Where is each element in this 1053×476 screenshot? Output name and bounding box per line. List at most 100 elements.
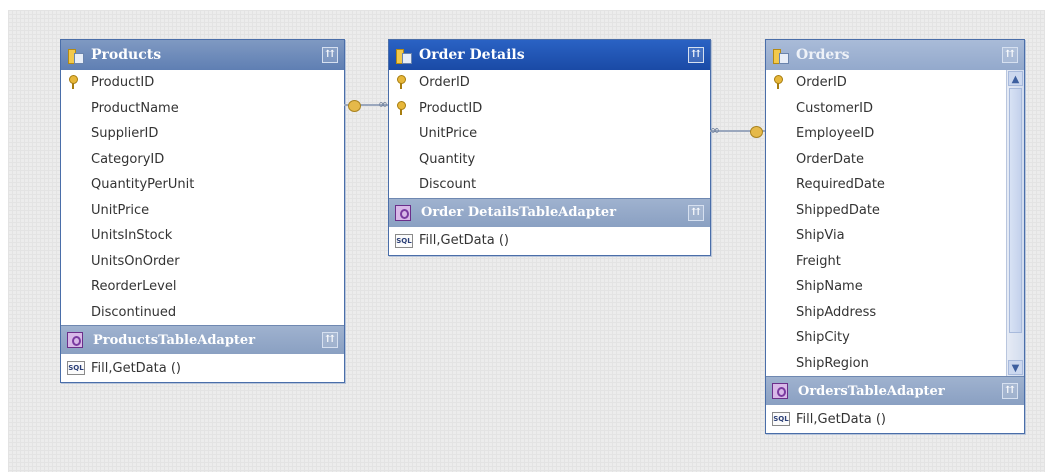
relation-key-end-icon [348, 100, 361, 112]
primary-key-icon [69, 75, 78, 89]
column-row[interactable]: OrderDate [766, 147, 1007, 173]
column-row[interactable]: UnitPrice [61, 198, 344, 224]
column-name: OrderID [796, 75, 847, 91]
collapse-icon[interactable]: ⇈ [1002, 383, 1018, 399]
column-name: ShippedDate [796, 202, 880, 218]
query-method-name: Fill,GetData () [419, 233, 509, 248]
column-name: Quantity [419, 151, 476, 167]
collapse-icon[interactable]: ⇈ [1002, 47, 1018, 63]
primary-key-icon [397, 100, 406, 115]
column-row[interactable]: SupplierID [61, 121, 344, 147]
column-name: UnitsOnOrder [91, 253, 180, 269]
relation-key-end-icon [750, 126, 763, 138]
orders-table-header[interactable]: Orders ⇈ [766, 40, 1024, 70]
scroll-thumb[interactable] [1009, 88, 1022, 333]
tableadapter-icon [772, 383, 788, 399]
relation-infinity-end-icon: ∞ [710, 123, 720, 137]
order-details-tableadapter-header[interactable]: Order DetailsTableAdapter ⇈ [389, 197, 710, 227]
column-name: CustomerID [796, 100, 873, 116]
column-name: QuantityPerUnit [91, 177, 195, 193]
column-row[interactable]: ProductID [389, 96, 710, 122]
collapse-icon[interactable]: ⇈ [688, 47, 704, 63]
column-name: ProductID [419, 100, 483, 116]
collapse-icon[interactable]: ⇈ [688, 204, 704, 221]
table-title: Order Details [419, 47, 525, 63]
orders-columns: OrderID CustomerID EmployeeID OrderDate … [766, 70, 1024, 376]
column-row[interactable]: CategoryID [61, 147, 344, 173]
column-name: RequiredDate [796, 177, 885, 193]
query-method-name: Fill,GetData () [796, 411, 886, 427]
column-row[interactable]: EmployeeID [766, 121, 1007, 147]
column-name: Discontinued [91, 304, 177, 320]
column-row[interactable]: QuantityPerUnit [61, 172, 344, 198]
table-title: Orders [796, 47, 850, 63]
sql-icon: SQL [395, 233, 413, 248]
adapter-title: Order DetailsTableAdapter [421, 205, 617, 220]
adapter-title: OrdersTableAdapter [798, 383, 945, 399]
column-row[interactable]: ShipVia [766, 223, 1007, 249]
column-row[interactable]: UnitsOnOrder [61, 249, 344, 275]
order-details-table[interactable]: Order Details ⇈ OrderID ProductID UnitPr… [388, 39, 711, 256]
column-row[interactable]: ShipName [766, 274, 1007, 300]
orders-tableadapter-header[interactable]: OrdersTableAdapter ⇈ [766, 376, 1024, 405]
column-row[interactable]: ShipAddress [766, 300, 1007, 326]
products-table-header[interactable]: Products ⇈ [61, 40, 344, 70]
column-name: Discount [419, 177, 477, 193]
column-row[interactable]: UnitsInStock [61, 223, 344, 249]
tableadapter-icon [395, 204, 411, 221]
order-details-columns: OrderID ProductID UnitPrice Quantity Dis… [389, 70, 710, 198]
column-row[interactable]: ReorderLevel [61, 274, 344, 300]
collapse-icon[interactable]: ⇈ [322, 47, 338, 63]
sql-icon: SQL [67, 361, 85, 375]
column-row[interactable]: OrderID [389, 70, 710, 96]
column-row[interactable]: Freight [766, 249, 1007, 275]
relation-infinity-end-icon: ∞ [378, 97, 388, 111]
column-row[interactable]: OrderID [766, 70, 1007, 96]
column-row[interactable]: Discount [389, 172, 710, 198]
column-row[interactable]: ProductID [61, 70, 344, 96]
sql-icon: SQL [772, 412, 790, 426]
columns-scrollbar[interactable]: ▲ ▼ [1006, 70, 1024, 376]
column-row[interactable]: RequiredDate [766, 172, 1007, 198]
column-row[interactable]: UnitPrice [389, 121, 710, 147]
column-row[interactable]: CustomerID [766, 96, 1007, 122]
column-name: UnitPrice [91, 202, 150, 218]
column-name: ShipName [796, 279, 863, 295]
adapter-title: ProductsTableAdapter [93, 332, 256, 348]
products-table[interactable]: Products ⇈ ProductID ProductName Supplie… [60, 39, 345, 383]
scroll-up-icon[interactable]: ▲ [1008, 71, 1023, 86]
query-method-name: Fill,GetData () [91, 360, 181, 376]
products-columns: ProductID ProductName SupplierID Categor… [61, 70, 344, 325]
column-name: ShipAddress [796, 304, 877, 320]
datatable-icon [772, 47, 789, 64]
column-name: UnitPrice [419, 126, 478, 142]
query-method-row[interactable]: SQL Fill,GetData () [766, 405, 1024, 433]
column-name: OrderDate [796, 151, 865, 167]
orders-table[interactable]: Orders ⇈ OrderID CustomerID EmployeeID O… [765, 39, 1025, 434]
column-row[interactable]: Quantity [389, 147, 710, 173]
query-method-row[interactable]: SQL Fill,GetData () [389, 226, 710, 255]
column-row[interactable]: ShipRegion [766, 351, 1007, 377]
column-name: ProductName [91, 100, 179, 116]
query-method-row[interactable]: SQL Fill,GetData () [61, 354, 344, 382]
relation-products-orderdetails[interactable]: ∞ [344, 97, 388, 112]
column-name: ReorderLevel [91, 279, 177, 295]
tableadapter-icon [67, 332, 83, 348]
column-name: Freight [796, 253, 841, 269]
column-row[interactable]: ShippedDate [766, 198, 1007, 224]
column-name: CategoryID [91, 151, 165, 167]
column-name: UnitsInStock [91, 228, 173, 244]
column-row[interactable]: ShipCity [766, 325, 1007, 351]
column-name: ShipCity [796, 330, 850, 346]
collapse-icon[interactable]: ⇈ [322, 332, 338, 348]
column-name: ShipVia [796, 228, 845, 244]
column-row[interactable]: Discontinued [61, 300, 344, 326]
order-details-table-header[interactable]: Order Details ⇈ [389, 40, 710, 70]
scroll-down-icon[interactable]: ▼ [1008, 360, 1023, 375]
column-row[interactable]: ProductName [61, 96, 344, 122]
primary-key-icon [774, 75, 783, 89]
relation-orders-orderdetails[interactable]: ∞ [710, 123, 765, 138]
products-tableadapter-header[interactable]: ProductsTableAdapter ⇈ [61, 325, 344, 354]
column-name: ShipRegion [796, 355, 869, 371]
column-name: OrderID [419, 75, 470, 91]
